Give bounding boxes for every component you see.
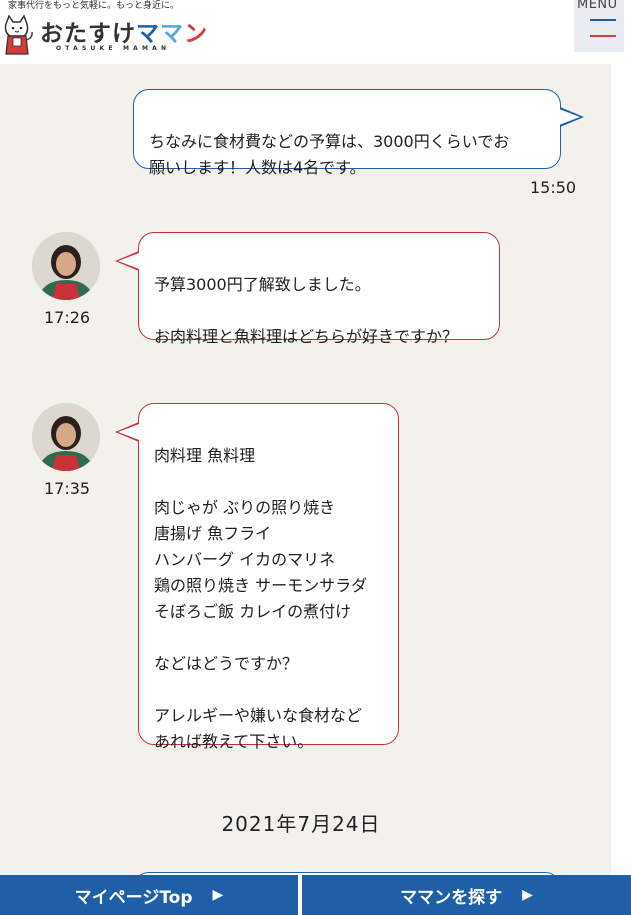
staff-portrait-icon	[32, 232, 100, 300]
bubble-tail	[118, 253, 139, 269]
mypage-top-label: マイページTop	[74, 887, 193, 908]
menu-label: MENU	[577, 0, 618, 12]
message-time: 17:26	[44, 308, 91, 327]
cat-mascot-icon[interactable]	[0, 10, 34, 58]
menu-line-icon	[590, 19, 616, 21]
staff-message-bubble: 予算3000円了解致しました。 お肉料理と魚料理はどちらが好きですか？	[138, 232, 500, 346]
staff-message-bubble: 肉料理 魚料理 肉じゃが ぶりの照り焼き 唐揚げ 魚フライ ハンバーグ イカのマ…	[138, 403, 399, 751]
date-separator: 2021年7月24日	[221, 812, 381, 836]
site-header: 家事代行をもっと気軽に。もっと身近に。 おたすけママン OTASUKE MAMA…	[0, 0, 631, 64]
menu-button[interactable]: MENU	[574, 0, 624, 52]
site-logo[interactable]: おたすけママン	[40, 14, 208, 48]
bottom-navigation: マイページTop ▶ ママンを探す ▶	[0, 875, 631, 915]
logo-subtitle: OTASUKE MAMAN	[56, 45, 171, 52]
staff-avatar[interactable]	[32, 232, 100, 300]
user-message-bubble: ちなみに食材費などの予算は、3000円くらいでお 願いします！人数は4名です。	[133, 89, 561, 177]
message-text: 肉料理 魚料理 肉じゃが ぶりの照り焼き 唐揚げ 魚フライ ハンバーグ イカのマ…	[154, 446, 368, 751]
mypage-top-button[interactable]: マイページTop ▶	[0, 875, 298, 915]
logo-text-n: ン	[184, 21, 208, 47]
bubble-tail	[559, 109, 580, 125]
message-time: 15:50	[530, 178, 577, 197]
staff-portrait-icon	[32, 403, 100, 471]
play-arrow-icon: ▶	[212, 887, 224, 903]
play-arrow-icon: ▶	[522, 887, 533, 903]
message-time: 17:35	[44, 479, 91, 498]
logo-text-prefix: おたすけ	[40, 21, 136, 47]
bubble-tail	[118, 424, 139, 440]
menu-line-icon	[590, 35, 616, 37]
message-text: ちなみに食材費などの予算は、3000円くらいでお 願いします！人数は4名です。	[149, 132, 510, 177]
staff-avatar[interactable]	[32, 403, 100, 471]
message-text: 予算3000円了解致しました。 お肉料理と魚料理はどちらが好きですか？	[154, 275, 459, 346]
find-maman-button[interactable]: ママンを探す ▶	[302, 875, 631, 915]
logo-text-ma2: マ	[160, 21, 184, 47]
find-maman-label: ママンを探す	[400, 887, 503, 908]
logo-text-ma1: マ	[136, 21, 160, 47]
chat-area[interactable]: ちなみに食材費などの予算は、3000円くらいでお 願いします！人数は4名です。 …	[0, 64, 611, 875]
